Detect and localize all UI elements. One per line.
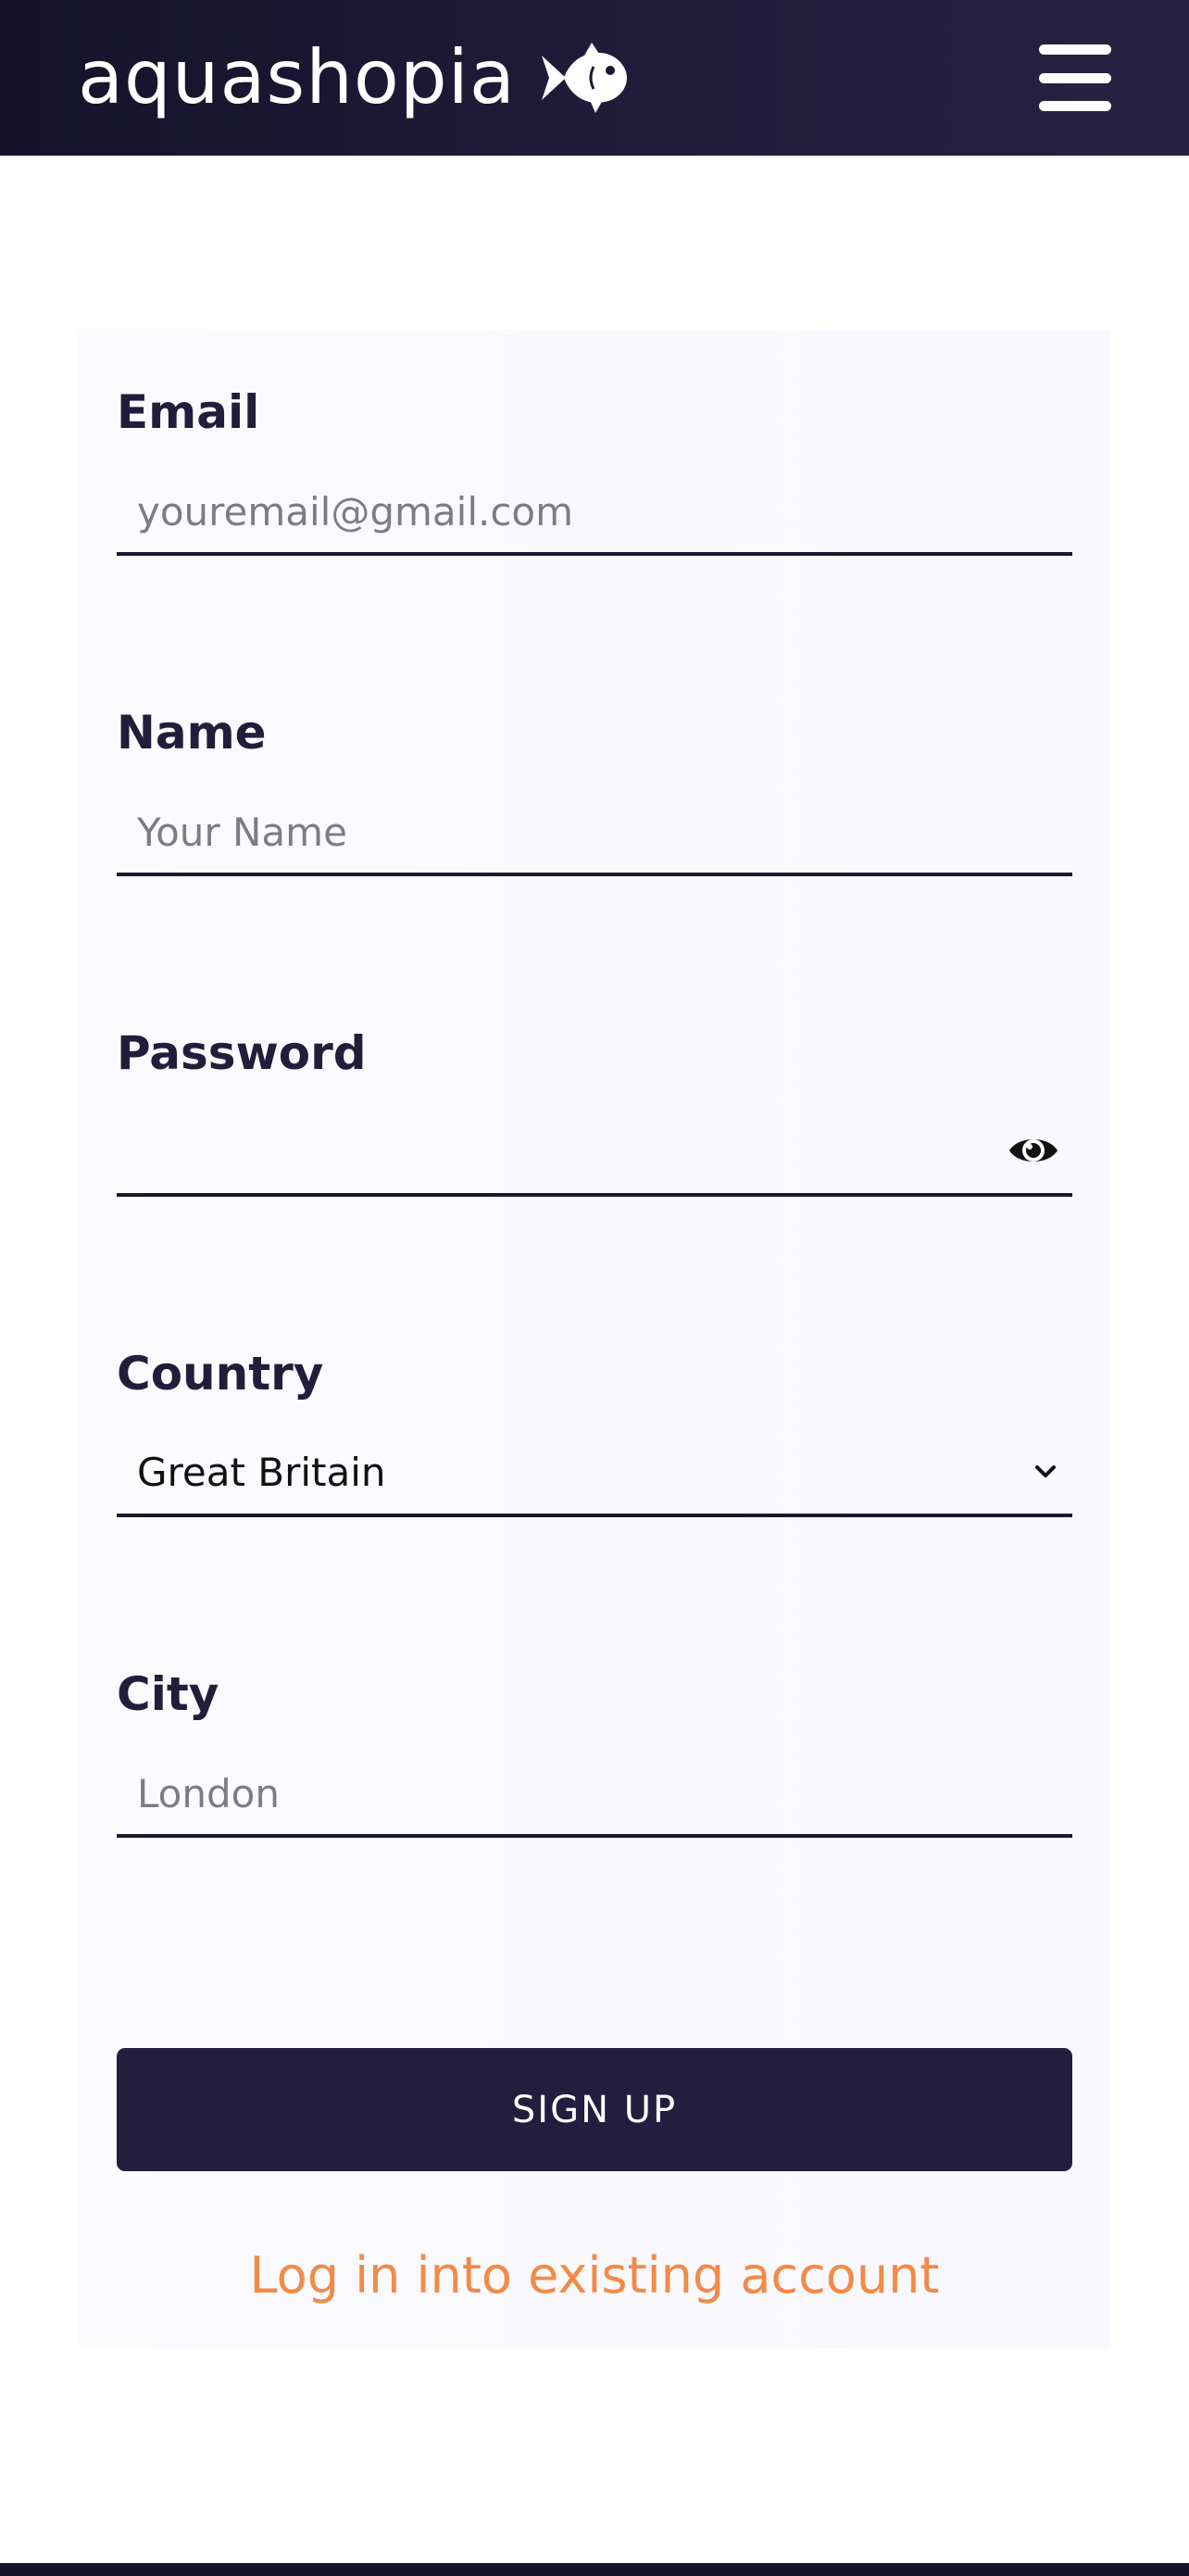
password-label: Password <box>117 1026 367 1080</box>
brand-name: aquashopia <box>78 34 516 120</box>
signup-card <box>78 329 1111 2348</box>
email-label: Email <box>117 385 260 439</box>
login-existing-account-link[interactable]: Log in into existing account <box>117 2246 1072 2306</box>
country-selected-value: Great Britain <box>137 1450 386 1495</box>
top-nav-bar: aquashopia <box>0 0 1189 156</box>
menu-line <box>1039 72 1111 83</box>
city-field-underline <box>117 1753 1072 1838</box>
city-label: City <box>117 1667 219 1721</box>
signup-button[interactable]: SIGN UP <box>117 2048 1072 2171</box>
menu-line <box>1039 101 1111 111</box>
country-select[interactable]: Great Britain <box>117 1432 1072 1517</box>
brand-logo[interactable]: aquashopia <box>78 31 629 124</box>
name-input[interactable] <box>117 791 1072 873</box>
password-input[interactable] <box>117 1112 1072 1193</box>
eye-icon[interactable] <box>1006 1123 1061 1178</box>
menu-line <box>1039 44 1111 55</box>
name-field-underline <box>117 791 1072 876</box>
password-field-underline <box>117 1112 1072 1197</box>
country-label: Country <box>117 1347 324 1401</box>
fish-icon <box>541 43 627 113</box>
bottom-bar <box>0 2563 1189 2576</box>
city-input[interactable] <box>117 1753 1072 1834</box>
email-field-underline <box>117 471 1072 556</box>
chevron-down-icon <box>1035 1465 1056 1477</box>
email-input[interactable] <box>117 471 1072 552</box>
name-label: Name <box>117 706 267 760</box>
hamburger-menu-icon[interactable] <box>1039 44 1111 111</box>
